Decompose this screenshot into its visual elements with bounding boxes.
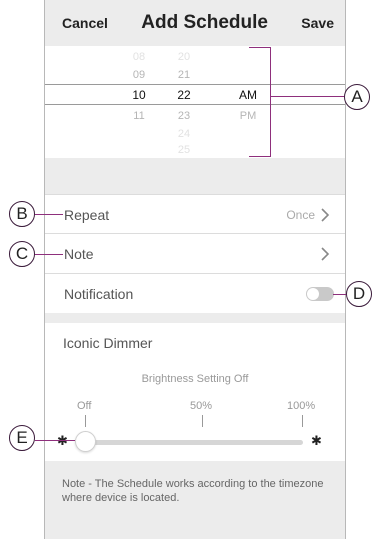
header-bar: Cancel Add Schedule Save <box>45 0 345 46</box>
slider-tick <box>202 415 203 427</box>
callout-a-leader <box>271 96 344 97</box>
save-button[interactable]: Save <box>301 15 334 31</box>
cancel-button[interactable]: Cancel <box>62 15 108 31</box>
picker-minute[interactable]: 23 <box>169 110 199 122</box>
callout-c-leader <box>35 254 63 255</box>
picker-minute[interactable]: 21 <box>169 69 199 81</box>
chevron-right-icon <box>321 208 330 222</box>
timezone-note-text: Note - The Schedule works according to t… <box>62 478 324 504</box>
picker-minute[interactable]: 25 <box>169 144 199 156</box>
picker-hour-selected[interactable]: 10 <box>124 88 154 102</box>
brightness-high-icon: ✱ <box>311 433 322 448</box>
repeat-row[interactable]: Repeat Once <box>45 194 345 234</box>
picker-minute[interactable]: 24 <box>169 128 199 140</box>
slider-tick <box>85 415 86 427</box>
page-title: Add Schedule <box>141 12 268 33</box>
slider-tick <box>302 415 303 427</box>
notification-label: Notification <box>64 286 134 302</box>
time-picker[interactable]: 08 09 10 11 20 21 22 23 24 25 AM PM <box>45 46 345 158</box>
dimmer-section: Iconic Dimmer Brightness Setting Off Off… <box>45 323 345 461</box>
section-divider <box>45 158 345 194</box>
brightness-slider-thumb[interactable] <box>75 431 96 452</box>
notification-row: Notification <box>45 274 345 314</box>
chevron-right-icon <box>321 247 330 261</box>
callout-e: E <box>9 425 35 451</box>
callout-d: D <box>346 281 372 307</box>
callout-b-leader <box>35 214 63 215</box>
phone-screen: Cancel Add Schedule Save 08 09 10 11 20 … <box>44 0 346 539</box>
tick-label-100: 100% <box>287 400 316 412</box>
notification-toggle[interactable] <box>306 287 334 301</box>
timezone-note: Note - The Schedule works according to t… <box>45 461 345 539</box>
callout-c: C <box>9 241 35 267</box>
brightness-status: Brightness Setting Off <box>141 373 249 385</box>
callout-d-leader <box>333 294 346 295</box>
picker-hour[interactable]: 08 <box>124 51 154 63</box>
brightness-low-icon: ✱ <box>57 433 68 449</box>
picker-selection-line-bottom <box>45 104 345 105</box>
section-divider <box>45 313 345 323</box>
note-label: Note <box>64 246 94 262</box>
callout-e-leader <box>35 440 75 441</box>
picker-hour[interactable]: 11 <box>124 110 154 122</box>
callout-a: A <box>344 84 370 110</box>
tick-label-50: 50% <box>190 400 213 412</box>
toggle-knob <box>307 288 319 300</box>
tick-label-off: Off <box>77 400 92 412</box>
picker-minute[interactable]: 20 <box>169 51 199 63</box>
repeat-value: Once <box>286 208 315 222</box>
picker-selection-line-top <box>45 84 345 85</box>
brightness-slider-track[interactable] <box>79 440 303 445</box>
picker-hour[interactable]: 09 <box>124 69 154 81</box>
repeat-label: Repeat <box>64 207 110 223</box>
dimmer-title: Iconic Dimmer <box>63 335 153 351</box>
note-row[interactable]: Note <box>45 234 345 274</box>
callout-b: B <box>9 201 35 227</box>
picker-minute-selected[interactable]: 22 <box>169 88 199 102</box>
callout-a-bracket <box>249 47 271 157</box>
